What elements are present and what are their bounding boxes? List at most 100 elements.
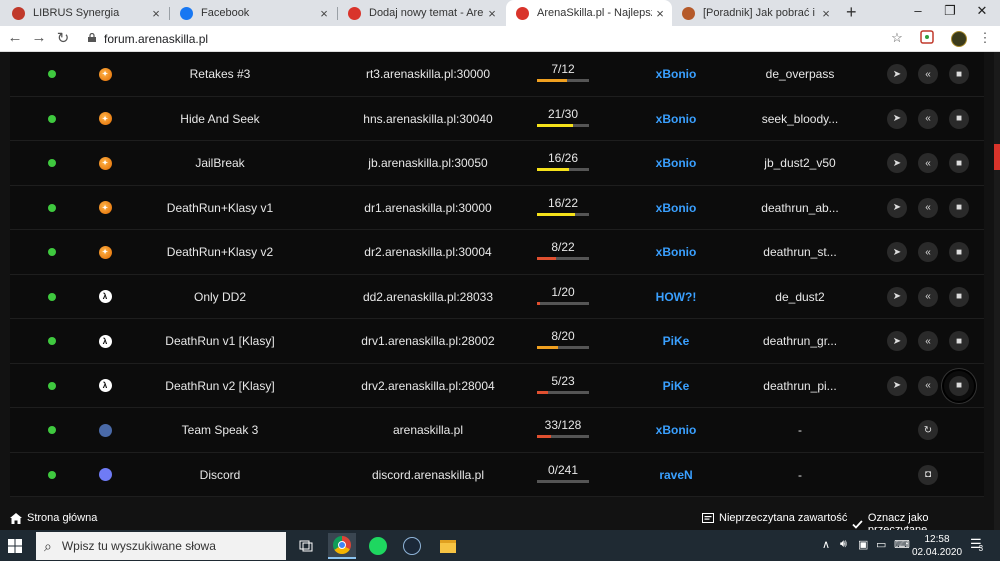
record-icon[interactable]: ■	[949, 197, 969, 218]
cs-icon	[98, 156, 112, 170]
spotify-taskbar-icon[interactable]	[364, 533, 392, 559]
taskbar-clock[interactable]: 12:58 02.04.2020	[912, 533, 962, 559]
server-row: Retakes #3 rt3.arenaskilla.pl:30000 7/12 xB…	[10, 52, 984, 97]
browser-tab[interactable]: ArenaSkilla.pl - Najlepsza Sieć×	[506, 0, 672, 26]
server-address-text: jb.arenaskilla.pl:30050	[368, 156, 488, 170]
steam-icon[interactable]: ➤	[887, 286, 907, 307]
steam-icon[interactable]: ➤	[887, 375, 907, 396]
address-bar[interactable]: forum.arenaskilla.pl	[104, 32, 208, 46]
server-admin[interactable]: xBonio	[626, 52, 726, 96]
discord-connect-icon[interactable]: ◘	[918, 464, 938, 485]
steam-icon[interactable]: ➤	[887, 153, 907, 173]
mark-read-link[interactable]: Oznacz jako przeczytane	[852, 512, 990, 530]
keyboard-icon[interactable]: ⌨︎	[894, 538, 910, 551]
lock-icon[interactable]	[88, 33, 96, 42]
maximize-button[interactable]: ❐	[940, 3, 960, 19]
server-admin[interactable]: xBonio	[626, 97, 726, 141]
player-count: 5/23	[533, 364, 593, 408]
browser-tab[interactable]: [Poradnik] Jak pobrać i włączy×	[672, 0, 838, 26]
task-view-icon[interactable]	[292, 533, 320, 559]
server-address[interactable]: rt3.arenaskilla.pl:30000	[328, 52, 528, 96]
gametracker-icon[interactable]: «	[918, 153, 938, 173]
browser-tab[interactable]: LIBRUS Synergia ×	[2, 0, 168, 26]
new-tab-button[interactable]: +	[846, 2, 857, 23]
server-address[interactable]: hns.arenaskilla.pl:30040	[328, 97, 528, 141]
close-window-button[interactable]: ✕	[972, 3, 992, 19]
server-map-text: deathrun_gr...	[762, 334, 838, 348]
tab-close-icon[interactable]: ×	[818, 6, 834, 21]
tray-chevron-icon[interactable]: ∧	[822, 538, 830, 551]
server-admin[interactable]: xBonio	[626, 186, 726, 230]
scrollbar-thumb[interactable]	[994, 144, 1000, 170]
gametracker-icon[interactable]: «	[918, 108, 938, 129]
browser-tab[interactable]: Dodaj nowy temat - ArenaSkill×	[338, 0, 504, 26]
tab-close-icon[interactable]: ×	[484, 6, 500, 21]
steam-icon[interactable]: ➤	[887, 197, 907, 218]
gametracker-icon[interactable]: «	[918, 286, 938, 307]
steam-icon[interactable]: ➤	[887, 108, 907, 129]
tab-close-icon[interactable]: ×	[652, 6, 668, 21]
server-address[interactable]: drv1.arenaskilla.pl:28002	[328, 319, 528, 363]
teamspeak-connect-icon[interactable]: ↻	[918, 420, 938, 440]
online-status-dot	[48, 248, 56, 256]
chrome-taskbar-icon[interactable]	[328, 533, 356, 559]
battery-icon[interactable]: ▭	[876, 538, 886, 551]
server-admin[interactable]: PiKe	[626, 364, 726, 408]
notification-count: 3	[978, 544, 984, 553]
record-icon[interactable]: ■	[949, 331, 969, 351]
server-admin[interactable]: PiKe	[626, 319, 726, 363]
steam-icon[interactable]: ➤	[887, 242, 907, 262]
reload-button[interactable]: ↻	[54, 29, 72, 47]
server-address[interactable]: dd2.arenaskilla.pl:28033	[328, 275, 528, 319]
windows-start-icon[interactable]	[8, 539, 22, 553]
gametracker-icon[interactable]: «	[918, 242, 938, 262]
record-icon[interactable]: ■	[949, 286, 969, 307]
server-admin[interactable]: xBonio	[626, 408, 726, 452]
server-admin[interactable]: HOW?!	[626, 275, 726, 319]
steam-icon[interactable]: ➤	[887, 64, 907, 84]
volume-icon[interactable]: 🔊︎	[840, 538, 847, 551]
back-button[interactable]: ←	[6, 29, 24, 46]
record-icon[interactable]: ■	[949, 153, 969, 173]
tab-close-icon[interactable]: ×	[316, 6, 332, 21]
browser-tab[interactable]: Facebook ×	[170, 0, 336, 26]
server-address[interactable]: arenaskilla.pl	[328, 408, 528, 452]
windows-taskbar: ⌕ Wpisz tu wyszukiwane słowa ∧ 🔊︎ ▣ ▭ ⌨︎…	[0, 530, 1000, 561]
page-scrollbar[interactable]	[994, 52, 1000, 530]
server-admin[interactable]: xBonio	[626, 141, 726, 185]
gametracker-icon[interactable]: «	[918, 375, 938, 396]
network-icon[interactable]: ▣	[858, 538, 868, 551]
notifications-icon[interactable]: ☰3	[970, 536, 986, 553]
steam-icon[interactable]: ➤	[887, 331, 907, 351]
extension-icon[interactable]	[918, 30, 936, 48]
record-icon[interactable]: ■	[949, 64, 969, 84]
record-icon[interactable]: ■	[949, 375, 969, 396]
server-admin[interactable]: raveN	[626, 453, 726, 497]
gametracker-icon[interactable]: «	[918, 331, 938, 351]
server-address[interactable]: jb.arenaskilla.pl:30050	[328, 141, 528, 185]
steam-taskbar-icon[interactable]	[398, 533, 426, 559]
bookmark-star-icon[interactable]: ☆	[888, 30, 906, 48]
taskbar-search-box[interactable]: ⌕ Wpisz tu wyszukiwane słowa	[36, 532, 286, 560]
forward-button[interactable]: →	[30, 29, 48, 46]
unread-content-link[interactable]: Nieprzeczytana zawartość	[702, 512, 847, 524]
server-name-text: Team Speak 3	[181, 423, 259, 437]
record-icon[interactable]: ■	[949, 242, 969, 262]
browser-menu-icon[interactable]: ⋮	[976, 30, 994, 48]
online-status-dot	[48, 337, 56, 345]
page-content: Retakes #3 rt3.arenaskilla.pl:30000 7/12 xB…	[0, 52, 1000, 530]
server-admin[interactable]: xBonio	[626, 230, 726, 274]
gametracker-icon[interactable]: «	[918, 64, 938, 84]
file-explorer-taskbar-icon[interactable]	[434, 533, 462, 559]
server-address[interactable]: dr1.arenaskilla.pl:30000	[328, 186, 528, 230]
server-address[interactable]: dr2.arenaskilla.pl:30004	[328, 230, 528, 274]
record-icon[interactable]: ■	[949, 108, 969, 129]
server-address[interactable]: discord.arenaskilla.pl	[328, 453, 528, 497]
unread-content-label: Nieprzeczytana zawartość	[719, 512, 848, 524]
server-address[interactable]: drv2.arenaskilla.pl:28004	[328, 364, 528, 408]
home-link[interactable]: Strona główna	[10, 512, 97, 524]
gametracker-icon[interactable]: «	[918, 197, 938, 218]
profile-avatar[interactable]	[950, 30, 968, 48]
minimize-button[interactable]: –	[908, 3, 928, 18]
tab-close-icon[interactable]: ×	[148, 6, 164, 21]
